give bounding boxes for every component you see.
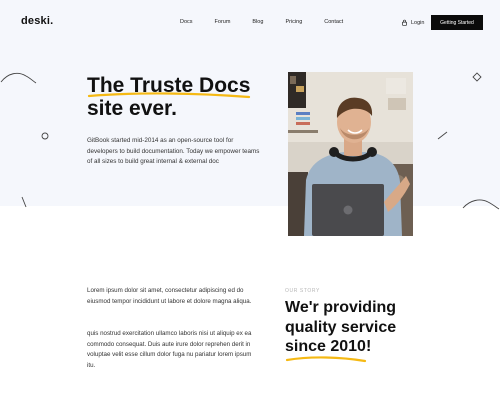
main-nav: Docs Forum Blog Pricing Contact xyxy=(180,19,365,25)
login-label: Login xyxy=(411,19,425,26)
story-title-line2: quality service xyxy=(285,318,397,336)
story-paragraph-1: Lorem ipsum dolor sit amet, consectetur … xyxy=(87,287,252,305)
lock-icon xyxy=(402,19,407,26)
wave-decoration xyxy=(462,199,500,210)
story-title: We'r providing quality service since 201… xyxy=(285,298,435,357)
story-title-line3: since 2010! xyxy=(285,338,372,355)
line-decoration xyxy=(437,131,448,140)
diamond-decoration xyxy=(472,72,482,82)
hero-title-line2: site ever. xyxy=(87,97,177,120)
circle-decoration xyxy=(41,132,49,140)
nav-item-docs[interactable]: Docs xyxy=(180,19,193,25)
nav-item-forum[interactable]: Forum xyxy=(215,19,231,25)
wave-decoration xyxy=(0,72,37,84)
story-paragraph-2: quis nostrud exercitation ullamco labori… xyxy=(87,330,252,369)
title-underline xyxy=(87,92,251,99)
hero-description: GitBook started mid-2014 as an open-sour… xyxy=(87,137,260,165)
section-label: OUR STORY xyxy=(285,288,320,294)
nav-item-contact[interactable]: Contact xyxy=(324,19,343,25)
nav-item-pricing[interactable]: Pricing xyxy=(285,19,302,25)
story-title-line1: We'r providing xyxy=(285,299,397,316)
story-title-underline xyxy=(285,356,367,363)
site-header: deski. Docs Forum Blog Pricing Contact L… xyxy=(0,0,500,48)
line-decoration xyxy=(21,196,27,208)
nav-item-blog[interactable]: Blog xyxy=(252,19,263,25)
getting-started-button[interactable]: Getting Started xyxy=(431,15,483,30)
logo[interactable]: deski. xyxy=(21,15,53,27)
login-link[interactable]: Login xyxy=(401,19,424,26)
hero-photo xyxy=(288,72,413,236)
